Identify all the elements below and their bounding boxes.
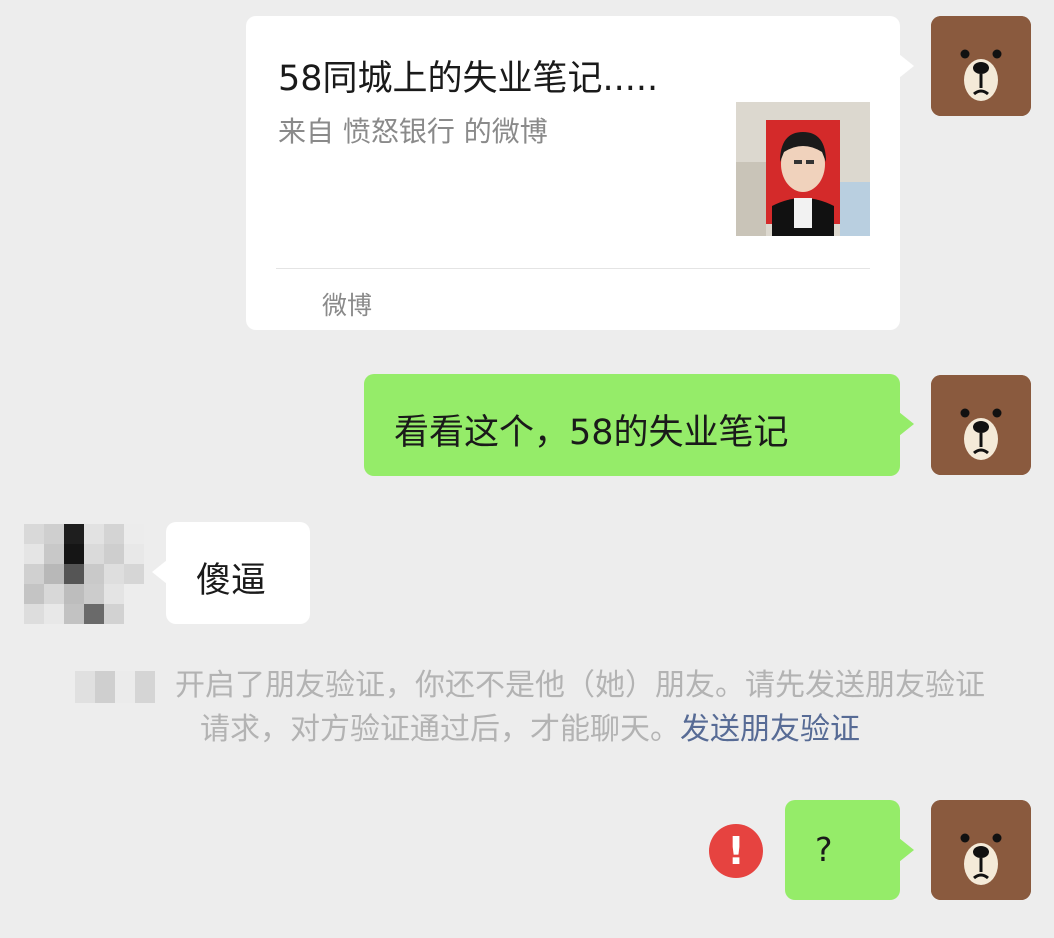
brown-bear-avatar-icon: [931, 375, 1031, 475]
card-thumbnail: [736, 102, 870, 236]
notice-text: 开启了朋友验证，你还不是他（她）朋友。请先发送朋友验证请求，对方验证通过后，才能…: [175, 668, 985, 747]
exclamation-error-icon[interactable]: !: [709, 824, 763, 878]
sent-message-bubble-failed[interactable]: ?: [785, 800, 914, 900]
card-divider: [276, 268, 870, 269]
received-message-bubble[interactable]: 傻逼: [152, 522, 310, 624]
self-avatar[interactable]: [931, 16, 1031, 116]
system-notice: 开启了朋友验证，你还不是他（她）朋友。请先发送朋友验证请求，对方验证通过后，才能…: [70, 664, 990, 752]
contact-avatar-pixelated[interactable]: [24, 524, 144, 624]
card-source-label: 微博: [322, 291, 373, 320]
brown-bear-avatar-icon: [931, 16, 1031, 116]
self-avatar[interactable]: [931, 375, 1031, 475]
brown-bear-avatar-icon: [931, 800, 1031, 900]
self-avatar[interactable]: [931, 800, 1031, 900]
card-subtitle: 来自 愤怒银行 的微博: [278, 115, 548, 148]
sent-message-bubble[interactable]: 看看这个，58的失业笔记: [364, 374, 914, 476]
send-friend-request-link[interactable]: 发送朋友验证: [680, 712, 860, 747]
link-card-message[interactable]: 58同城上的失业笔记..... 来自 愤怒银行 的微博 微博: [246, 16, 914, 330]
redacted-name: [75, 670, 175, 703]
message-text: ?: [815, 830, 833, 869]
card-title: 58同城上的失业笔记.....: [278, 59, 659, 99]
message-text: 傻逼: [196, 561, 267, 601]
message-text: 看看这个，58的失业笔记: [394, 413, 789, 453]
